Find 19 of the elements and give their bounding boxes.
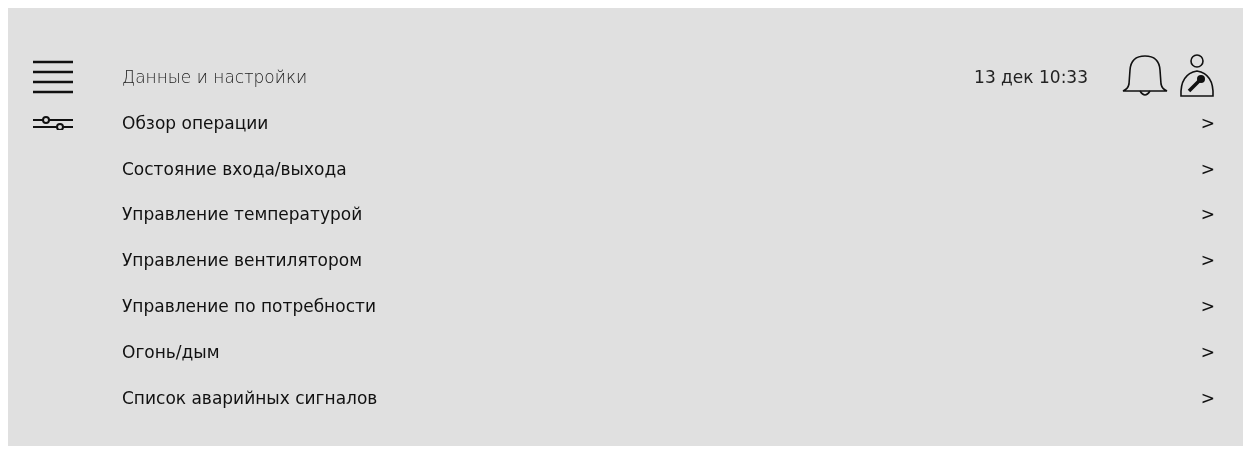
menu-item[interactable]: Состояние входа/выхода — [122, 158, 1201, 179]
menu-icon[interactable] — [33, 60, 73, 94]
menu-item[interactable]: Обзор операции — [122, 112, 1201, 133]
chevron[interactable]: > — [1200, 204, 1215, 225]
menu-item[interactable]: Управление температурой — [122, 204, 1201, 225]
user-wrench-icon[interactable] — [1179, 54, 1215, 100]
page-title: Данные и настройки — [122, 67, 309, 87]
sliders-icon[interactable] — [33, 115, 73, 130]
menu-item[interactable]: Управление вентилятором — [122, 250, 1201, 271]
chevron[interactable]: > — [1200, 112, 1215, 133]
chevron[interactable]: > — [1200, 387, 1215, 408]
menu-item[interactable]: Огонь/дым — [122, 341, 1201, 362]
chevron[interactable]: > — [1200, 341, 1215, 362]
menu-item[interactable]: Список аварийных сигналов — [122, 387, 1201, 408]
chevron[interactable]: > — [1200, 250, 1215, 271]
chevron[interactable]: > — [1200, 296, 1215, 317]
date-time: 13 дек 10:33 — [974, 67, 1088, 87]
chevron[interactable]: > — [1200, 158, 1215, 179]
menu-item[interactable]: Управление по потребности — [122, 296, 1201, 317]
